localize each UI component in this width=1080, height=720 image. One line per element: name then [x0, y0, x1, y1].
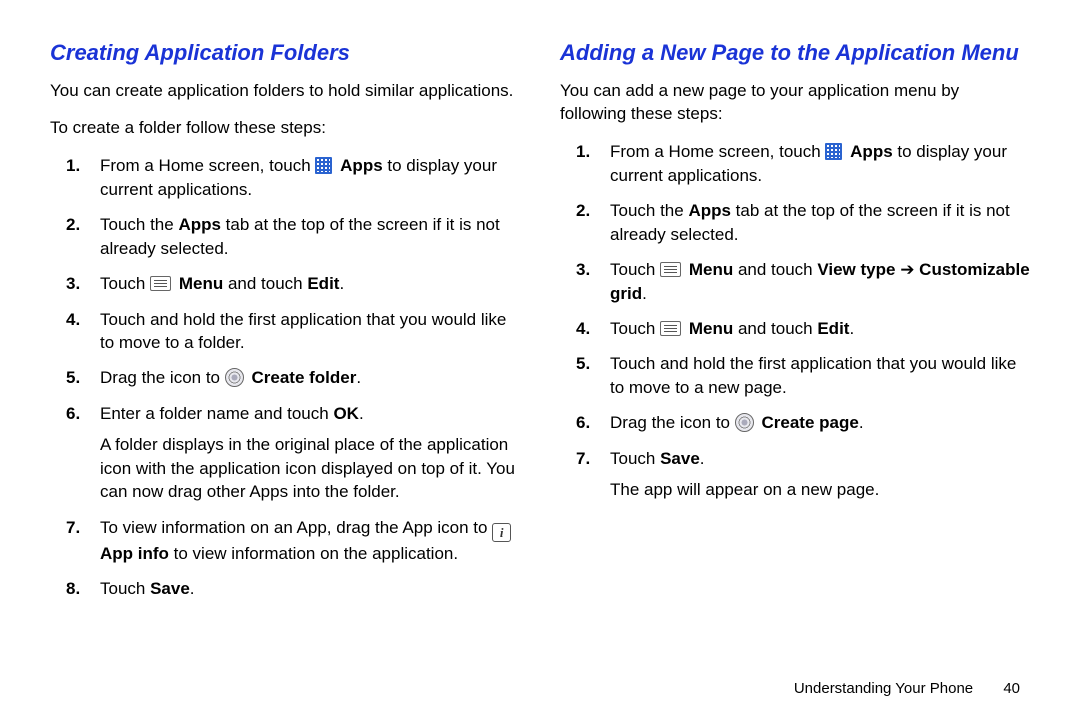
menu-icon	[660, 262, 681, 277]
step-item: Touch Menu and touch View type ➔ Customi…	[606, 258, 1030, 305]
step-item: Enter a folder name and touch OK. A fold…	[96, 402, 520, 504]
page-number: 40	[1003, 680, 1020, 697]
app-info-label: App info	[100, 544, 169, 563]
step-item: Touch Menu and touch Edit.	[606, 317, 1030, 340]
step-text: .	[859, 413, 864, 432]
step-item: Touch the Apps tab at the top of the scr…	[606, 199, 1030, 246]
step-item: Touch and hold the first application tha…	[96, 308, 520, 355]
step-text: Touch	[610, 319, 660, 338]
apps-grid-icon	[825, 143, 842, 160]
save-label: Save	[660, 449, 700, 468]
step-text: .	[849, 319, 854, 338]
steps-list-right: From a Home screen, touch Apps to displa…	[560, 140, 1030, 501]
step-text: Touch	[100, 579, 150, 598]
step-text: Touch and hold the first application tha…	[610, 354, 1016, 396]
step-item: Drag the icon to Create folder.	[96, 366, 520, 389]
step-item: Touch and hold the first application tha…	[606, 352, 1030, 399]
create-target-icon	[225, 368, 244, 387]
step-item: From a Home screen, touch Apps to displa…	[96, 154, 520, 201]
step-item: Touch the Apps tab at the top of the scr…	[96, 213, 520, 260]
save-label: Save	[150, 579, 190, 598]
step-item: Touch Menu and touch Edit.	[96, 272, 520, 295]
ok-label: OK	[333, 404, 359, 423]
menu-label: Menu	[689, 260, 733, 279]
step-continuation: The app will appear on a new page.	[610, 478, 1030, 501]
apps-label: Apps	[850, 142, 893, 161]
menu-label: Menu	[179, 274, 223, 293]
section-heading-folders: Creating Application Folders	[50, 40, 520, 66]
step-text: Touch the	[100, 215, 178, 234]
info-icon: i	[492, 523, 511, 542]
step-text: to view information on the application.	[169, 544, 458, 563]
step-item: From a Home screen, touch Apps to displa…	[606, 140, 1030, 187]
step-text: Touch	[610, 260, 660, 279]
step-text: .	[359, 404, 364, 423]
chapter-title: Understanding Your Phone	[794, 680, 973, 697]
arrow-text: ➔	[895, 260, 919, 279]
step-text: and touch	[223, 274, 307, 293]
step-text: .	[356, 368, 361, 387]
edit-label: Edit	[817, 319, 849, 338]
step-text: .	[700, 449, 705, 468]
intro-text-2: To create a folder follow these steps:	[50, 117, 520, 140]
left-column: Creating Application Folders You can cre…	[50, 40, 520, 670]
step-text: Touch the	[610, 201, 688, 220]
right-column: Adding a New Page to the Application Men…	[560, 40, 1030, 670]
step-text: Drag the icon to	[100, 368, 225, 387]
step-text: .	[190, 579, 195, 598]
view-type-label: View type	[817, 260, 895, 279]
step-text: Touch	[610, 449, 660, 468]
step-text: Touch and hold the first application tha…	[100, 310, 506, 352]
menu-label: Menu	[689, 319, 733, 338]
step-continuation: A folder displays in the original place …	[100, 433, 520, 503]
apps-label: Apps	[178, 215, 221, 234]
page-footer: Understanding Your Phone 40	[0, 680, 1080, 697]
create-folder-label: Create folder	[251, 368, 356, 387]
intro-text: You can create application folders to ho…	[50, 80, 520, 103]
step-item: Drag the icon to Create page.	[606, 411, 1030, 434]
step-item: To view information on an App, drag the …	[96, 516, 520, 565]
section-heading-newpage: Adding a New Page to the Application Men…	[560, 40, 1030, 66]
step-text: To view information on an App, drag the …	[100, 518, 492, 537]
step-text: and touch	[733, 260, 817, 279]
step-text: Drag the icon to	[610, 413, 735, 432]
step-item: Touch Save. The app will appear on a new…	[606, 447, 1030, 502]
apps-label: Apps	[340, 156, 383, 175]
step-text: .	[642, 284, 647, 303]
step-text: Touch	[100, 274, 150, 293]
apps-label: Apps	[688, 201, 731, 220]
step-text: Enter a folder name and touch	[100, 404, 333, 423]
menu-icon	[150, 276, 171, 291]
menu-icon	[660, 321, 681, 336]
step-text: From a Home screen, touch	[610, 142, 825, 161]
step-item: Touch Save.	[96, 577, 520, 600]
edit-label: Edit	[307, 274, 339, 293]
apps-grid-icon	[315, 157, 332, 174]
step-text: and touch	[733, 319, 817, 338]
intro-text: You can add a new page to your applicati…	[560, 80, 1030, 126]
create-page-label: Create page	[761, 413, 858, 432]
create-target-icon	[735, 413, 754, 432]
step-text: From a Home screen, touch	[100, 156, 315, 175]
step-text: .	[339, 274, 344, 293]
steps-list-left: From a Home screen, touch Apps to displa…	[50, 154, 520, 600]
